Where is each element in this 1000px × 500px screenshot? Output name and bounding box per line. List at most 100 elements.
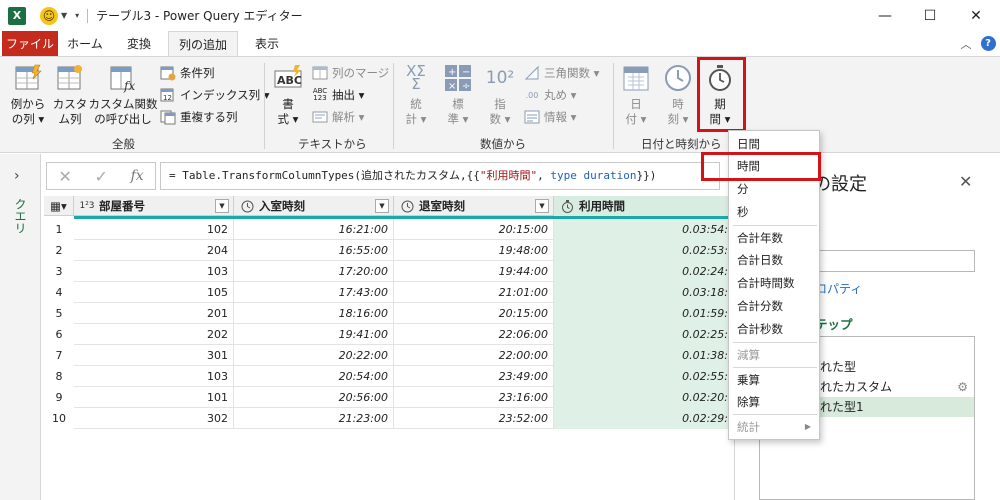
menu-item-minutes[interactable]: 分 (729, 178, 819, 200)
minimize-button[interactable]: — (862, 0, 908, 31)
time-button[interactable]: 時刻 ▾ (660, 57, 696, 127)
format-button[interactable]: ABC 書式 ▾ (270, 57, 306, 127)
close-icon[interactable]: ✕ (959, 172, 972, 191)
cell-room[interactable]: 204 (74, 240, 234, 261)
cancel-icon[interactable]: ✕ (58, 167, 71, 186)
menu-item-total-seconds[interactable]: 合計秒数 (729, 318, 819, 340)
cell-dur[interactable]: 0.02:29: (554, 408, 734, 429)
column-header-room[interactable]: 1²3 部屋番号 ▼ (74, 196, 234, 216)
scientific-button[interactable]: 10² 指数 ▾ (482, 57, 518, 127)
column-header-out[interactable]: 退室時刻 ▼ (394, 196, 554, 216)
cell-out[interactable]: 21:01:00 (394, 282, 554, 303)
tab-view[interactable]: 表示 (246, 31, 288, 56)
time-type-icon[interactable] (238, 200, 256, 213)
cell-room[interactable]: 103 (74, 366, 234, 387)
column-filter-button[interactable]: ▼ (215, 199, 229, 213)
cell-dur[interactable]: 0.03:54: (554, 219, 734, 240)
information-button[interactable]: 情報 ▾ (524, 107, 576, 127)
cell-in[interactable]: 20:56:00 (234, 387, 394, 408)
menu-item-divide[interactable]: 除算 (729, 391, 819, 413)
confirm-icon[interactable]: ✓ (94, 167, 107, 186)
column-header-in[interactable]: 入室時刻 ▼ (234, 196, 394, 216)
quick-access-customize-icon[interactable]: ▾ (75, 11, 79, 20)
cell-in[interactable]: 17:43:00 (234, 282, 394, 303)
row-number[interactable]: 9 (44, 387, 74, 408)
insert-function-icon[interactable]: fx (131, 168, 144, 184)
column-filter-button[interactable]: ▼ (535, 199, 549, 213)
close-window-button[interactable]: ✕ (953, 0, 999, 31)
gear-icon[interactable]: ⚙ (957, 377, 968, 397)
cell-room[interactable]: 301 (74, 345, 234, 366)
statistics-button[interactable]: XΣ Σ 統計 ▾ (398, 57, 434, 127)
merge-columns-button[interactable]: 列のマージ (312, 63, 389, 83)
cell-out[interactable]: 23:52:00 (394, 408, 554, 429)
cell-room[interactable]: 101 (74, 387, 234, 408)
custom-column-button[interactable]: カスタ ム列 (52, 57, 88, 127)
maximize-button[interactable]: ☐ (907, 0, 953, 31)
table-menu-icon[interactable]: ▦▾ (44, 196, 74, 216)
time-type-icon[interactable] (398, 200, 416, 213)
menu-item-multiply[interactable]: 乗算 (729, 369, 819, 391)
parse-button[interactable]: 解析 ▾ (312, 107, 364, 127)
menu-item-total-years[interactable]: 合計年数 (729, 227, 819, 249)
duplicate-column-button[interactable]: 重複する列 (160, 107, 238, 127)
all-properties-link[interactable]: ロパティ (815, 280, 862, 297)
cell-out[interactable]: 20:15:00 (394, 303, 554, 324)
cell-dur[interactable]: 0.03:18: (554, 282, 734, 303)
chevron-down-icon[interactable]: ▼ (61, 11, 67, 20)
row-number[interactable]: 8 (44, 366, 74, 387)
cell-room[interactable]: 202 (74, 324, 234, 345)
smiley-feedback-icon[interactable]: ☺ (40, 6, 58, 25)
menu-item-seconds[interactable]: 秒 (729, 201, 819, 223)
duration-type-icon[interactable] (558, 199, 576, 213)
help-button[interactable]: ? (977, 31, 999, 56)
number-type-icon[interactable]: 1²3 (78, 201, 96, 211)
cell-in[interactable]: 19:41:00 (234, 324, 394, 345)
cell-out[interactable]: 19:44:00 (394, 261, 554, 282)
cell-in[interactable]: 20:22:00 (234, 345, 394, 366)
tab-file[interactable]: ファイル (2, 31, 58, 56)
column-from-examples-button[interactable]: 例から の列 ▾ (6, 57, 50, 127)
extract-button[interactable]: ABC 123 抽出 ▾ (312, 85, 365, 105)
cell-out[interactable]: 22:00:00 (394, 345, 554, 366)
menu-item-total-hours[interactable]: 合計時間数 (729, 272, 819, 294)
queries-pane[interactable]: › クエリ (0, 154, 41, 500)
cell-dur[interactable]: 0.02:55: (554, 366, 734, 387)
tab-add-column[interactable]: 列の追加 (168, 31, 238, 57)
row-number[interactable]: 3 (44, 261, 74, 282)
standard-button[interactable]: + − × ÷ 標準 ▾ (440, 57, 476, 127)
date-button[interactable]: 日付 ▾ (618, 57, 654, 127)
row-number[interactable]: 4 (44, 282, 74, 303)
cell-in[interactable]: 20:54:00 (234, 366, 394, 387)
row-number[interactable]: 5 (44, 303, 74, 324)
invoke-custom-function-button[interactable]: fx カスタム関数 の呼び出し (89, 57, 158, 127)
column-filter-button[interactable]: ▼ (375, 199, 389, 213)
cell-out[interactable]: 23:16:00 (394, 387, 554, 408)
cell-in[interactable]: 16:21:00 (234, 219, 394, 240)
column-header-duration[interactable]: 利用時間 (554, 196, 734, 216)
rounding-button[interactable]: .00 丸め ▾ (524, 85, 577, 105)
row-number[interactable]: 10 (44, 408, 74, 429)
cell-dur[interactable]: 0.01:38: (554, 345, 734, 366)
menu-item-total-minutes[interactable]: 合計分数 (729, 295, 819, 317)
trigonometry-button[interactable]: 三角関数 ▾ (524, 63, 599, 83)
conditional-column-button[interactable]: 条件列 (160, 63, 215, 83)
cell-room[interactable]: 105 (74, 282, 234, 303)
cell-in[interactable]: 21:23:00 (234, 408, 394, 429)
tab-transform[interactable]: 変換 (116, 31, 162, 56)
cell-room[interactable]: 102 (74, 219, 234, 240)
row-number[interactable]: 1 (44, 219, 74, 240)
cell-in[interactable]: 17:20:00 (234, 261, 394, 282)
cell-dur[interactable]: 0.01:59: (554, 303, 734, 324)
row-number[interactable]: 7 (44, 345, 74, 366)
menu-item-total-days[interactable]: 合計日数 (729, 249, 819, 271)
cell-out[interactable]: 23:49:00 (394, 366, 554, 387)
index-column-button[interactable]: 12 インデックス列 ▾ (160, 85, 270, 105)
cell-in[interactable]: 18:16:00 (234, 303, 394, 324)
tab-home[interactable]: ホーム (62, 31, 108, 56)
cell-room[interactable]: 201 (74, 303, 234, 324)
row-number[interactable]: 2 (44, 240, 74, 261)
cell-dur[interactable]: 0.02:24: (554, 261, 734, 282)
formula-input[interactable]: = Table.TransformColumnTypes(追加されたカスタム,{… (160, 162, 720, 190)
cell-dur[interactable]: 0.02:25: (554, 324, 734, 345)
